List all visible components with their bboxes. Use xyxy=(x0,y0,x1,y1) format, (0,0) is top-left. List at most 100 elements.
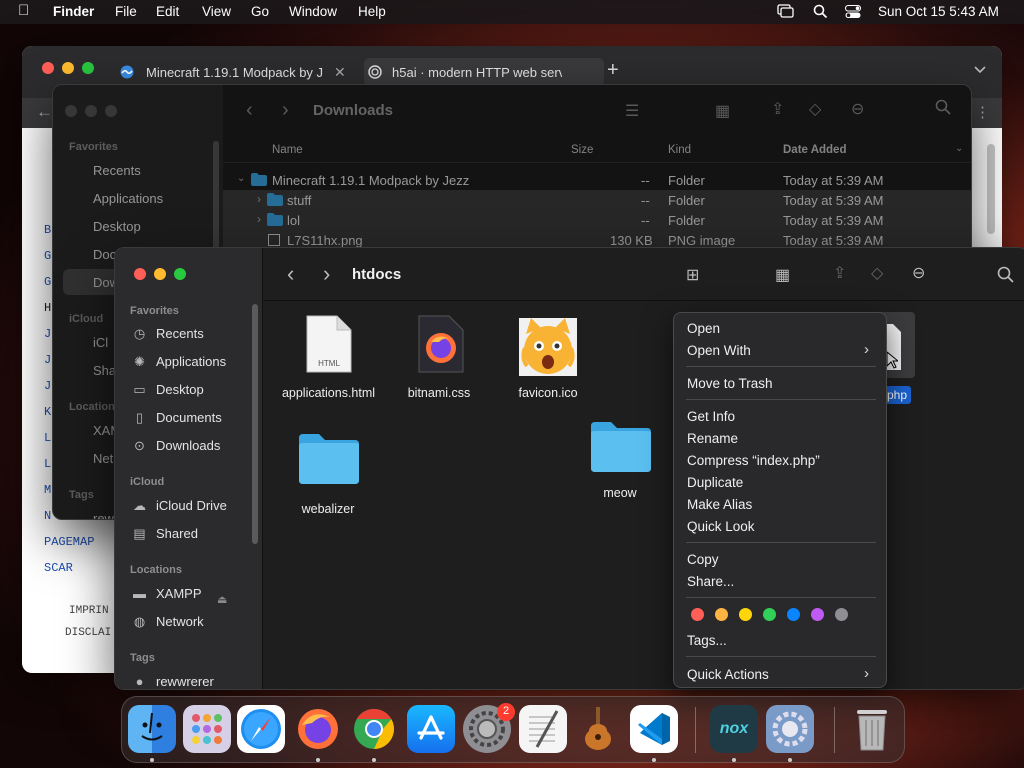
sidebar-item-network[interactable]: Net xyxy=(93,451,113,466)
firefox-icon[interactable] xyxy=(294,705,342,753)
column-name[interactable]: Name xyxy=(272,144,303,156)
more-icon[interactable]: ⊖ xyxy=(912,263,925,283)
sidebar-item-recents[interactable]: ◷ Recents xyxy=(132,326,204,342)
menu-item-copy[interactable]: Copy xyxy=(687,552,719,567)
tag-color-dot[interactable] xyxy=(835,608,848,621)
list-view-icon[interactable]: ☰ xyxy=(625,101,639,121)
apple-menu-icon[interactable]:  xyxy=(18,2,29,19)
close-button[interactable] xyxy=(65,105,77,117)
sidebar-item-applications[interactable]: ✺ Applications xyxy=(132,354,226,370)
finder-icon[interactable] xyxy=(128,705,176,753)
disclosure-open-icon[interactable]: ⌄ xyxy=(237,173,245,184)
page-link[interactable]: J xyxy=(44,379,51,393)
page-link[interactable]: M xyxy=(44,483,51,497)
menu-item-quick-actions[interactable]: Quick Actions xyxy=(687,667,769,682)
xampp-manager-icon[interactable] xyxy=(766,705,814,753)
launchpad-icon[interactable] xyxy=(183,705,231,753)
group-icon[interactable]: ▦ xyxy=(715,101,730,121)
sidebar-item-icloud-drive[interactable]: ☁ iCloud Drive xyxy=(132,498,227,514)
page-link[interactable]: L xyxy=(44,431,51,445)
menu-app-name[interactable]: Finder xyxy=(53,4,94,19)
menu-item-open-with[interactable]: Open With xyxy=(687,343,751,358)
tag-icon[interactable]: ◇ xyxy=(809,99,821,119)
sidebar-item-tag[interactable]: ● rewwrerer xyxy=(132,674,214,689)
tag-color-dot[interactable] xyxy=(787,608,800,621)
sort-chevron-icon[interactable]: ⌄ xyxy=(955,143,963,154)
file-item[interactable]: HTML applications.html xyxy=(265,314,385,404)
share-icon[interactable]: ⇪ xyxy=(771,99,784,119)
eject-icon[interactable]: ⏏ xyxy=(217,593,227,606)
tag-color-dot[interactable] xyxy=(739,608,752,621)
search-icon[interactable] xyxy=(935,99,951,120)
sidebar-item-documents[interactable]: ▯ Documents xyxy=(132,410,222,426)
share-icon[interactable]: ⇪ xyxy=(833,263,846,283)
table-row[interactable]: › lol -- Folder Today at 5:39 AM xyxy=(223,210,971,230)
browser-close-button[interactable] xyxy=(42,62,54,74)
browser-tab-h5ai[interactable]: h5ai · modern HTTP web serv xyxy=(364,58,604,86)
tag-color-dot[interactable] xyxy=(691,608,704,621)
sidebar-item-shared[interactable]: Sha xyxy=(93,363,116,378)
page-link[interactable]: L xyxy=(44,457,51,471)
browser-minimize-button[interactable] xyxy=(62,62,74,74)
menu-item-quick-look[interactable]: Quick Look xyxy=(687,519,755,534)
sidebar-scrollbar[interactable] xyxy=(252,304,258,544)
control-center-icon[interactable] xyxy=(845,5,861,22)
clock[interactable]: Sun Oct 15 5:43 AM xyxy=(878,4,999,19)
menu-file[interactable]: File xyxy=(115,4,137,19)
icon-view-icon[interactable]: ⊞ xyxy=(686,265,699,285)
tag-color-dot[interactable] xyxy=(763,608,776,621)
more-icon[interactable]: ⋮ xyxy=(975,103,990,121)
footer-link-imprint[interactable]: IMPRIN xyxy=(69,605,109,617)
page-link[interactable]: J xyxy=(44,353,51,367)
minimize-button[interactable] xyxy=(85,105,97,117)
sidebar-item-xampp[interactable]: ▬ XAMPP xyxy=(132,586,202,601)
file-item[interactable]: favicon.ico xyxy=(491,314,611,404)
sidebar-item-icloud-drive[interactable]: iCl xyxy=(93,335,108,350)
menu-item-duplicate[interactable]: Duplicate xyxy=(687,475,743,490)
disclosure-icon[interactable]: › xyxy=(257,192,261,206)
menu-item-tags[interactable]: Tags... xyxy=(687,633,727,648)
menu-item-rename[interactable]: Rename xyxy=(687,431,738,446)
group-icon[interactable]: ▦ xyxy=(775,265,790,285)
folder-item[interactable]: webalizer xyxy=(265,432,391,522)
menu-help[interactable]: Help xyxy=(358,4,386,19)
page-link[interactable]: G xyxy=(44,249,51,263)
safari-icon[interactable] xyxy=(237,705,285,753)
sidebar-item-tag[interactable]: rew xyxy=(93,511,114,519)
sidebar-item-downloads[interactable]: ⊙ Downloads xyxy=(132,438,220,454)
tag-color-dot[interactable] xyxy=(811,608,824,621)
menu-go[interactable]: Go xyxy=(251,4,269,19)
back-chevron-icon[interactable]: ‹ xyxy=(287,261,294,287)
sidebar-item-network[interactable]: ◍ Network xyxy=(132,614,204,630)
column-size[interactable]: Size xyxy=(571,144,593,156)
file-item[interactable]: bitnami.css xyxy=(381,314,501,404)
close-button[interactable] xyxy=(134,268,146,280)
menu-item-move-to-trash[interactable]: Move to Trash xyxy=(687,376,773,391)
column-kind[interactable]: Kind xyxy=(668,144,691,156)
zoom-button[interactable] xyxy=(105,105,117,117)
screen-mirror-icon[interactable] xyxy=(777,4,794,21)
forward-chevron-icon[interactable]: › xyxy=(323,261,330,287)
menu-view[interactable]: View xyxy=(202,4,231,19)
back-chevron-icon[interactable]: ‹ xyxy=(246,99,253,122)
more-icon[interactable]: ⊖ xyxy=(851,99,864,119)
sidebar-item-applications[interactable]: Applications xyxy=(93,191,163,206)
chrome-icon[interactable] xyxy=(350,705,398,753)
folder-item[interactable]: meow xyxy=(561,420,681,510)
column-date-added[interactable]: Date Added xyxy=(783,144,846,156)
menu-item-compress[interactable]: Compress “index.php” xyxy=(687,453,820,468)
disclosure-icon[interactable]: › xyxy=(257,212,261,226)
sidebar-item-desktop[interactable]: Desktop xyxy=(93,219,141,234)
sidebar-item-documents[interactable]: Doc xyxy=(93,247,116,262)
page-link[interactable]: H xyxy=(44,301,51,315)
garageband-icon[interactable] xyxy=(574,705,622,753)
sidebar-item-desktop[interactable]: ▭ Desktop xyxy=(132,382,203,398)
menu-window[interactable]: Window xyxy=(289,4,337,19)
menu-item-make-alias[interactable]: Make Alias xyxy=(687,497,752,512)
page-link[interactable]: N xyxy=(44,509,51,523)
sidebar-item-recents[interactable]: Recents xyxy=(93,163,141,178)
table-row[interactable]: ⌄ Minecraft 1.19.1 Modpack by Jezz -- Fo… xyxy=(223,170,971,190)
browser-zoom-button[interactable] xyxy=(82,62,94,74)
page-link-scar[interactable]: SCAR xyxy=(44,561,73,575)
chevron-down-icon[interactable] xyxy=(974,62,986,77)
